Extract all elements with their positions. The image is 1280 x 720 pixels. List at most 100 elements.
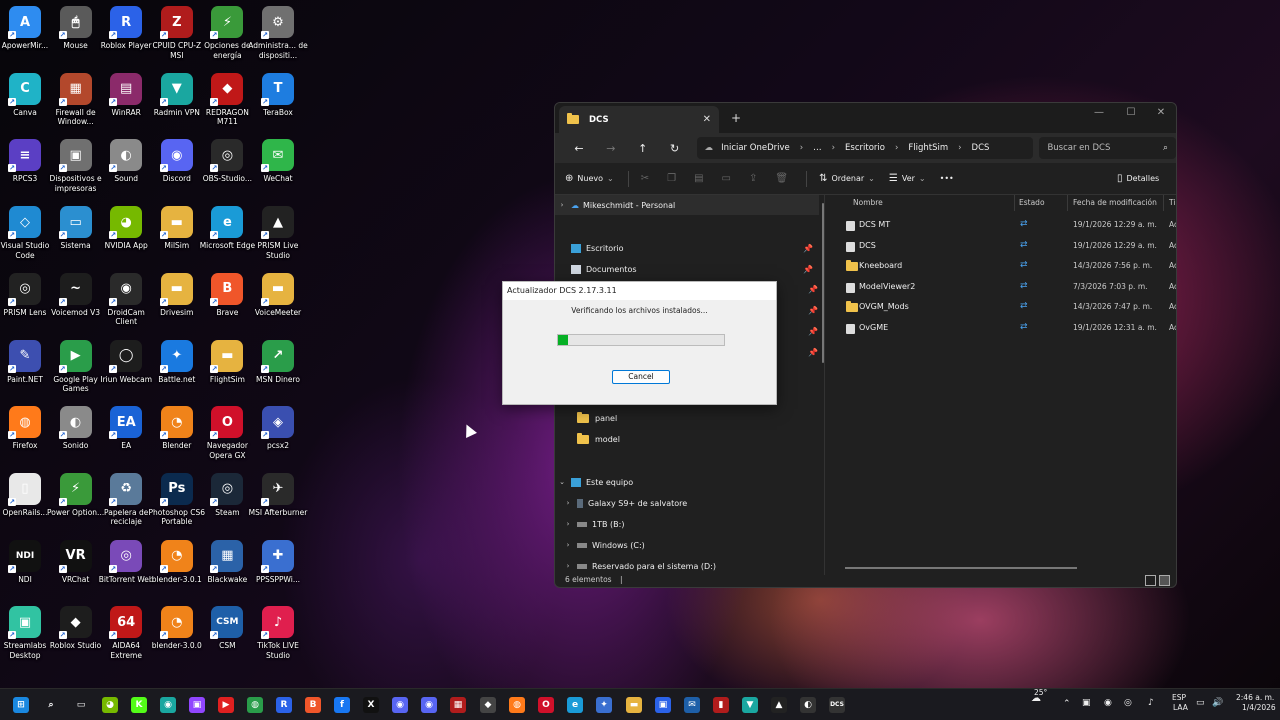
- x-icon[interactable]: X: [363, 697, 379, 713]
- desktop-icon-redragon-m711[interactable]: ◆ ↗ REDRAGON M711: [202, 69, 252, 135]
- column-status[interactable]: Estado: [1019, 198, 1045, 207]
- dcs-tb-icon[interactable]: ◉: [160, 697, 176, 713]
- file-row[interactable]: ModelViewer2 ⇄ 7/3/2026 7:03 p. m. Ac: [833, 277, 1176, 297]
- language-indicator[interactable]: ESP: [1172, 693, 1186, 702]
- desktop-icon-administra-de-dispositi[interactable]: ⚙ ↗ Administra... de dispositi...: [248, 2, 308, 68]
- breadcrumb-flightsim[interactable]: FlightSim: [908, 143, 948, 153]
- tray-app-icon[interactable]: ▣: [1082, 698, 1091, 708]
- desktop-icon-mouse[interactable]: 🖱 ↗ Mouse: [51, 2, 101, 68]
- desktop-icon-microsoft-edge[interactable]: e ↗ Microsoft Edge: [200, 202, 255, 268]
- desktop-icon-ppssppwi[interactable]: ✚ ↗ PPSSPPWi...: [253, 536, 303, 602]
- rename-icon[interactable]: ▭: [722, 173, 735, 184]
- desktop-icon-terabox[interactable]: T ↗ TeraBox: [253, 69, 303, 135]
- copilot-icon[interactable]: ✦: [596, 697, 612, 713]
- view-button[interactable]: ☰ Ver ⌄: [889, 173, 926, 184]
- desktop-icon-obs-studio[interactable]: ◎ ↗ OBS-Studio...: [202, 135, 252, 201]
- desktop-icon-blender-3-0-0[interactable]: ◔ ↗ blender-3.0.0: [152, 602, 202, 668]
- desktop-icon-ea[interactable]: EA ↗ EA: [101, 402, 151, 468]
- file-row[interactable]: Kneeboard ⇄ 14/3/2026 7:56 p. m. Ac: [833, 256, 1176, 276]
- breadcrumb-onedrive[interactable]: Iniciar OneDrive: [721, 143, 790, 153]
- search-icon[interactable]: ⌕: [43, 697, 59, 713]
- edge-icon[interactable]: e: [567, 697, 583, 713]
- chevron-up-icon[interactable]: ⌃: [1063, 699, 1071, 709]
- desktop-icon-apowermir[interactable]: A ↗ ApowerMir...: [0, 2, 50, 68]
- app-icon[interactable]: ◆: [480, 697, 496, 713]
- delete-icon[interactable]: 🗑: [775, 173, 792, 184]
- desktop-icon-papelera-de-reciclaje[interactable]: ♻ ↗ Papelera de reciclaje: [101, 469, 151, 535]
- desktop-icon-opciones-de-energ-a[interactable]: ⚡ ↗ Opciones de energía: [202, 2, 252, 68]
- facebook-icon[interactable]: f: [334, 697, 350, 713]
- app-icon[interactable]: ◐: [800, 697, 816, 713]
- twitch-icon[interactable]: ▣: [189, 697, 205, 713]
- nav-item-panel[interactable]: panel: [555, 408, 819, 428]
- desktop-icon-ndi[interactable]: NDI ↗ NDI: [0, 536, 50, 602]
- brave-icon[interactable]: B: [305, 697, 321, 713]
- cut-icon[interactable]: ✂: [641, 173, 653, 184]
- desktop-icon-battle-net[interactable]: ✦ ↗ Battle.net: [152, 336, 202, 402]
- nav-item-galaxy[interactable]: › Galaxy S9+ de salvatore: [555, 493, 819, 513]
- nav-item-drive-c[interactable]: › Windows (C:): [555, 535, 819, 555]
- firefox-icon[interactable]: ◍: [509, 697, 525, 713]
- radmin-icon[interactable]: ▼: [742, 697, 758, 713]
- desktop-icon-openrails[interactable]: ▯ ↗ OpenRails...: [0, 469, 50, 535]
- roblox-icon[interactable]: R: [276, 697, 292, 713]
- nav-item-documentos[interactable]: Documentos 📌: [555, 259, 819, 279]
- close-window-button[interactable]: ✕: [1147, 107, 1175, 118]
- more-options-button[interactable]: •••: [940, 174, 954, 183]
- details-button[interactable]: ▯ Detalles: [1117, 173, 1159, 184]
- desktop-icon-flightsim[interactable]: ▬ ↗ FlightSim: [202, 336, 252, 402]
- desktop-icon-steam[interactable]: ◎ ↗ Steam: [202, 469, 252, 535]
- desktop-icon-canva[interactable]: C ↗ Canva: [0, 69, 50, 135]
- dcs-active-icon[interactable]: DCS: [829, 697, 845, 713]
- nav-item-este-equipo[interactable]: ⌄ Este equipo: [555, 472, 819, 492]
- desktop-icon-photoshop-cs6-portable[interactable]: Ps ↗ Photoshop CS6 Portable: [149, 469, 205, 535]
- desktop-icon-blender-3-0-1[interactable]: ◔ ↗ blender-3.0.1: [152, 536, 202, 602]
- desktop-icon-roblox-player[interactable]: R ↗ Roblox Player: [101, 2, 152, 68]
- address-bar[interactable]: ☁ Iniciar OneDrive › … › Escritorio › Fl…: [696, 137, 1034, 159]
- kick-icon[interactable]: K: [131, 697, 147, 713]
- desktop-icon-pcsx2[interactable]: ◈ ↗ pcsx2: [253, 402, 303, 468]
- opera-icon[interactable]: O: [538, 697, 554, 713]
- desktop-icon-iriun-webcam[interactable]: ◯ ↗ Iriun Webcam: [100, 336, 152, 402]
- column-divider[interactable]: [1163, 195, 1164, 211]
- share-icon[interactable]: ⇪: [749, 173, 761, 184]
- breadcrumb-ellipsis[interactable]: …: [813, 143, 822, 153]
- back-button[interactable]: ←: [563, 142, 595, 155]
- column-name[interactable]: Nombre: [853, 198, 883, 207]
- network-icon[interactable]: ▭: [1196, 698, 1205, 708]
- tab-close-icon[interactable]: ✕: [703, 114, 711, 125]
- desktop-icon-paint-net[interactable]: ✎ ↗ Paint.NET: [0, 336, 50, 402]
- desktop-icon-voicemeeter[interactable]: ▬ ↗ VoiceMeeter: [253, 269, 303, 335]
- nav-item-drive-b[interactable]: › 1TB (B:): [555, 514, 819, 534]
- discord-icon[interactable]: ◉: [392, 697, 408, 713]
- desktop-icon-blackwake[interactable]: ▦ ↗ Blackwake: [202, 536, 252, 602]
- desktop-icon-droidcam-client[interactable]: ◉ ↗ DroidCam Client: [101, 269, 151, 335]
- xbox-icon[interactable]: ◍: [247, 697, 263, 713]
- minimize-button[interactable]: —: [1085, 107, 1113, 118]
- paste-icon[interactable]: ▤: [694, 173, 707, 184]
- column-divider[interactable]: [1014, 195, 1015, 211]
- up-button[interactable]: ↑: [627, 142, 659, 155]
- desktop-icon-bittorrent-web[interactable]: ◎ ↗ BitTorrent Web: [99, 536, 154, 602]
- desktop-icon-winrar[interactable]: ▤ ↗ WinRAR: [101, 69, 151, 135]
- file-row[interactable]: OvGME ⇄ 19/1/2026 12:31 a. m. Ac: [833, 318, 1176, 338]
- task-view-icon[interactable]: ▭: [73, 697, 89, 713]
- maximize-button[interactable]: ☐: [1117, 107, 1145, 118]
- clock-time[interactable]: 2:46 a. m.: [1236, 693, 1274, 702]
- desktop-icon-dispositivos-e-impresoras[interactable]: ▣ ↗ Dispositivos e impresoras: [50, 135, 102, 201]
- youtube-icon[interactable]: ▶: [218, 697, 234, 713]
- new-tab-button[interactable]: +: [731, 111, 741, 125]
- column-type[interactable]: Tip: [1169, 198, 1176, 207]
- desktop-icon-navegador-opera-gx[interactable]: O ↗ Navegador Opera GX: [202, 402, 252, 468]
- nav-item-onedrive[interactable]: › ☁ Mikeschmidt - Personal: [555, 195, 819, 215]
- mail-icon[interactable]: ✉: [684, 697, 700, 713]
- microphone-icon[interactable]: ♪: [1148, 698, 1154, 708]
- desktop-icon-vrchat[interactable]: VR ↗ VRChat: [51, 536, 101, 602]
- desktop-icon-rpcs3[interactable]: ≡ ↗ RPCS3: [0, 135, 50, 201]
- desktop-icon-milsim[interactable]: ▬ ↗ MilSim: [152, 202, 202, 268]
- desktop-icon-prism-live-studio[interactable]: ▲ ↗ PRISM Live Studio: [253, 202, 303, 268]
- desktop-icon-radmin-vpn[interactable]: ▼ ↗ Radmin VPN: [152, 69, 202, 135]
- desktop-icon-sonido[interactable]: ◐ ↗ Sonido: [51, 402, 101, 468]
- store-icon[interactable]: ▣: [655, 697, 671, 713]
- volume-icon[interactable]: 🔊: [1212, 698, 1223, 708]
